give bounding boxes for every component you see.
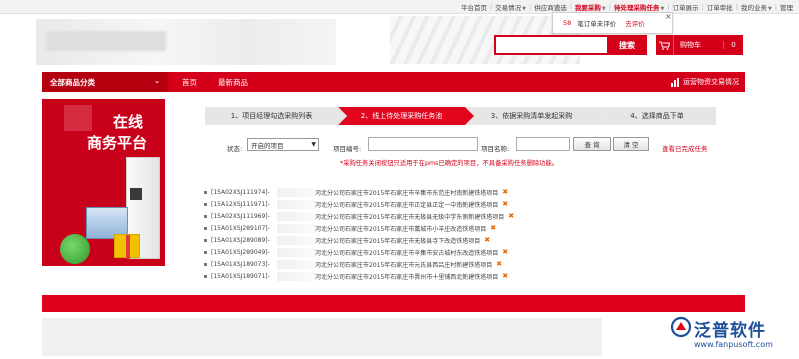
topnav-approval[interactable]: 订单审批 — [705, 2, 735, 12]
all-categories-button[interactable]: 全部商品分类 ⌄ — [42, 72, 168, 92]
query-button[interactable]: 查 询 — [573, 137, 611, 151]
list-item[interactable]: [15A01XSJ289107]- 河北分公司石家庄市2015年石家庄市藁城市小羊… — [204, 222, 564, 234]
wrench-icon[interactable]: ✖ — [502, 188, 508, 196]
brand-watermark: 泛普软件 www.fanpusoft.com — [612, 312, 799, 359]
footer-red-bar — [42, 295, 745, 312]
topnav-my-business[interactable]: 我的业务▼ — [739, 2, 774, 12]
chevron-down-icon: ▼ — [522, 6, 526, 12]
unrated-count: 58 — [563, 19, 572, 27]
chevron-down-icon: ⌄ — [154, 77, 160, 85]
step-1[interactable]: 1、项目经理勾选采购列表 — [205, 107, 347, 125]
list-item[interactable]: [15A01XSJ289049]- 河北分公司石家庄市2015年石家庄市辛集市安古… — [204, 246, 564, 258]
project-name-input[interactable] — [516, 137, 570, 151]
main-nav: 全部商品分类 ⌄ 首页 最新商品 运营物资交易情况 — [42, 72, 745, 92]
nav-new-products[interactable]: 最新商品 — [218, 72, 248, 92]
topnav-supplier[interactable]: 供应商遴选 — [532, 2, 569, 12]
banner-line1: 在线 — [112, 113, 143, 131]
search-input[interactable] — [494, 35, 609, 55]
top-nav: 平台首页 | 交易情况▼ | 供应商遴选 | 我要采购▼ | 待处理采购任务▼ | 订单展… — [459, 2, 795, 12]
promo-banner[interactable]: 在线 商务平台 — [42, 99, 165, 266]
banner-line2: 商务平台 — [86, 134, 147, 152]
chevron-down-icon: ▼ — [767, 6, 772, 12]
all-categories-label: 全部商品分类 — [50, 77, 95, 87]
step-3[interactable]: 3、依据采购清单发起采购 — [465, 107, 607, 125]
status-label: 状态: — [227, 145, 243, 153]
list-item[interactable]: [15A02XSJ111974]- 河北分公司石家庄市2015年石家庄市辛集市东范… — [204, 186, 564, 198]
unrated-orders-popup: 58 笔订单未评价 去评价 — [552, 12, 673, 34]
step-2[interactable]: 2、线上待处理采购任务池 — [338, 107, 474, 125]
ball-image — [60, 234, 90, 264]
wrench-icon[interactable]: ✖ — [490, 224, 496, 232]
footer-gray-area — [42, 318, 602, 356]
wrench-icon[interactable]: ✖ — [502, 200, 508, 208]
nav-home[interactable]: 首页 — [182, 72, 197, 92]
project-name-label: 项目名称: — [481, 145, 510, 153]
view-completed-link[interactable]: 查看已完成任务 — [662, 143, 708, 153]
go-rate-link[interactable]: 去评价 — [625, 18, 645, 28]
nav-trade-stats[interactable]: 运营物资交易情况 — [671, 72, 739, 92]
topnav-orders[interactable]: 订单展示 — [671, 2, 701, 12]
cart-label: 购物车 — [680, 41, 701, 49]
list-item[interactable]: [15A01XSJ189073]- 河北分公司石家庄市2015年石家庄市元氏县西吕… — [204, 258, 564, 270]
brand-url: www.fanpusoft.com — [694, 340, 773, 349]
topnav-pending-tasks[interactable]: 待处理采购任务▼ — [612, 2, 666, 12]
cart-button[interactable]: 购物车 0 — [656, 35, 743, 55]
topnav-purchase[interactable]: 我要采购▼ — [573, 2, 608, 12]
brand-logo-icon — [670, 316, 692, 338]
wrench-icon[interactable]: ✖ — [502, 248, 508, 256]
clear-button[interactable]: 清 空 — [613, 137, 649, 151]
search-button[interactable]: 搜索 — [607, 35, 647, 55]
chart-icon — [671, 77, 680, 87]
list-item[interactable]: [15A02XSJ111969]- 河北分公司石家庄市2015年石家庄市无极县无极… — [204, 210, 564, 222]
top-bar: 平台首页 | 交易情况▼ | 供应商遴选 | 我要采购▼ | 待处理采购任务▼ | 订单展… — [0, 0, 799, 14]
wrench-icon[interactable]: ✖ — [508, 212, 514, 220]
status-select[interactable]: 开启的项目 ▼ — [247, 138, 319, 151]
project-list: [15A02XSJ111974]- 河北分公司石家庄市2015年石家庄市辛集市东范… — [204, 186, 564, 282]
list-item[interactable]: [15A12XSJ111971]- 河北分公司石家庄市2015年石家庄市正定县正定… — [204, 198, 564, 210]
wrench-icon[interactable]: ✖ — [484, 236, 490, 244]
chevron-down-icon: ▼ — [311, 141, 316, 148]
project-no-label: 项目编号: — [333, 145, 362, 153]
site-logo[interactable] — [36, 19, 336, 65]
gift-image — [114, 234, 140, 259]
cart-count: 0 — [723, 41, 743, 49]
list-item[interactable]: [15A01XSJ189071]- 河北分公司石家庄市2015年石家庄市晋州市十里… — [204, 270, 564, 282]
project-no-input[interactable] — [368, 137, 478, 151]
topnav-home[interactable]: 平台首页 — [459, 2, 489, 12]
brand-name: 泛普软件 — [694, 321, 766, 341]
wrench-icon[interactable]: ✖ — [502, 272, 508, 280]
cart-icon — [656, 35, 674, 55]
status-value: 开启的项目 — [251, 141, 284, 150]
step-4[interactable]: 4、选择商品下单 — [598, 107, 716, 125]
unrated-text: 笔订单未评价 — [577, 20, 617, 28]
list-item[interactable]: [15A01XSJ289089]- 河北分公司石家庄市2015年石家庄市无极县寺下… — [204, 234, 564, 246]
close-icon[interactable]: × — [665, 12, 672, 21]
notice-text: *采购任务关闭按钮只适用于在pms已确定的项目，不具备采购任务删除功能。 — [340, 160, 559, 167]
topnav-admin[interactable]: 管理 — [778, 2, 795, 12]
process-steps: 1、项目经理勾选采购列表 2、线上待处理采购任务池 3、依据采购清单发起采购 4… — [205, 107, 716, 125]
wrench-icon[interactable]: ✖ — [496, 260, 502, 268]
topnav-trade[interactable]: 交易情况▼ — [493, 2, 528, 12]
